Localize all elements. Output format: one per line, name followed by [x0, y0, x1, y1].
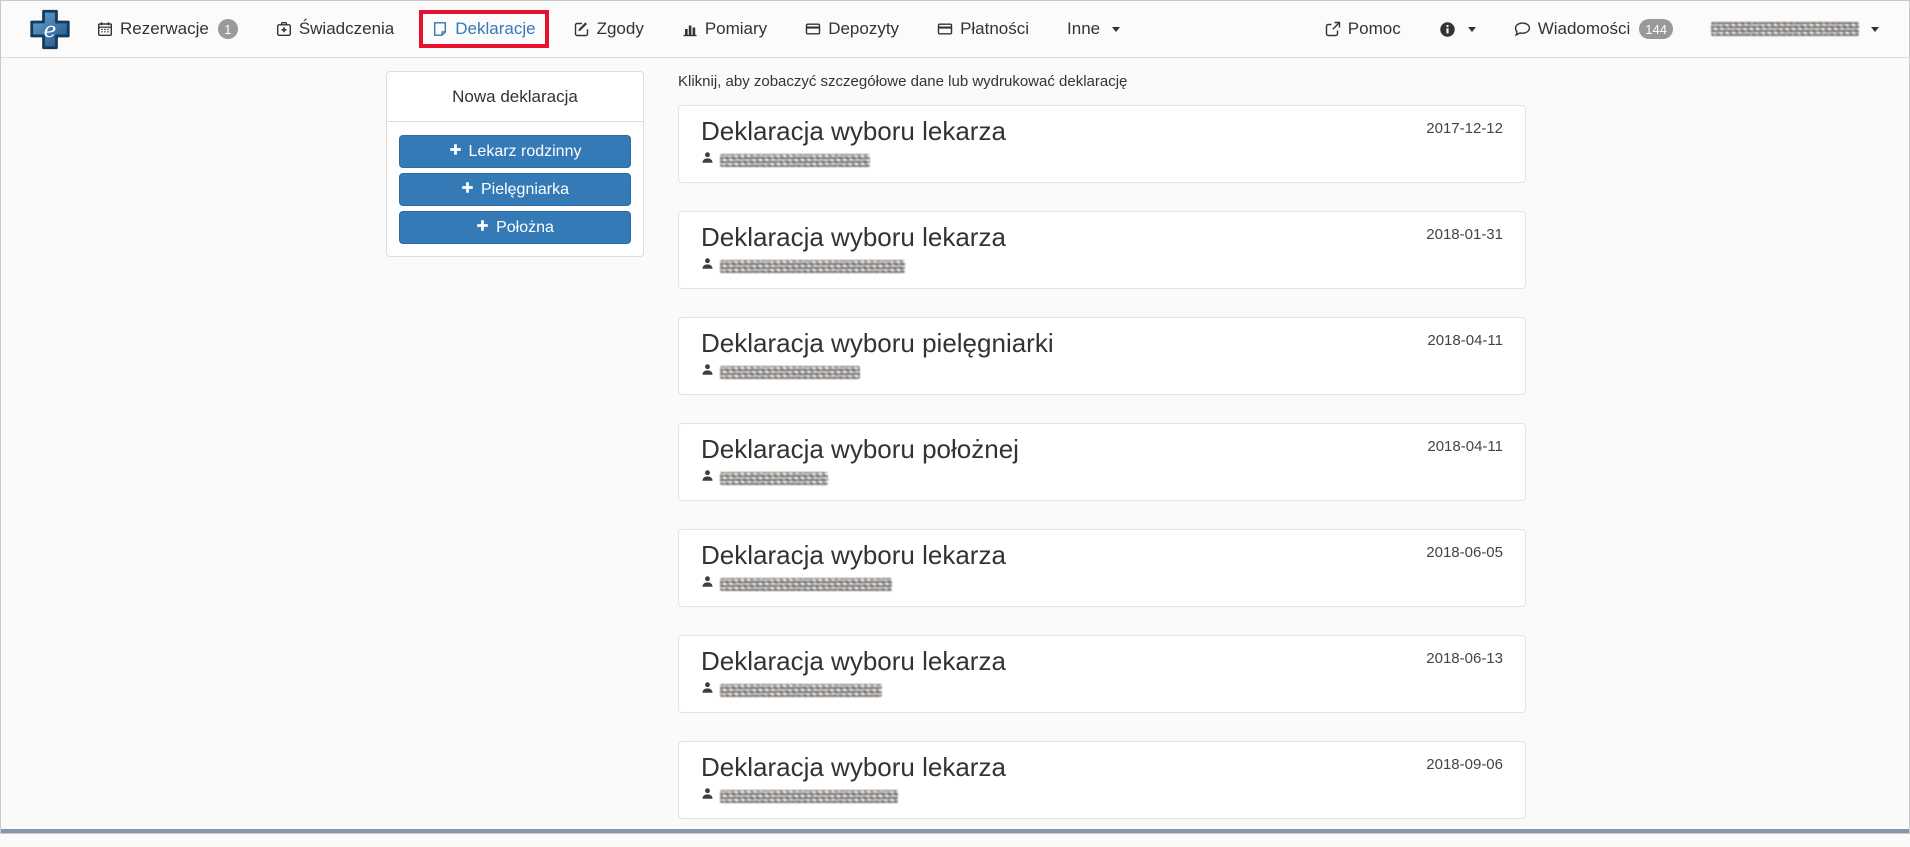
user-menu[interactable]: [1711, 22, 1879, 36]
plus-icon: [449, 143, 462, 161]
declaration-title: Deklaracja wyboru lekarza: [701, 646, 1006, 676]
nav-item-pomoc[interactable]: Pomoc: [1325, 19, 1401, 39]
person-icon: [701, 575, 714, 593]
plus-icon: [476, 219, 489, 237]
declaration-card[interactable]: Deklaracja wyboru lekarza 2017-12-12: [678, 105, 1526, 183]
declaration-person: [701, 257, 1503, 275]
declaration-person: [701, 151, 1503, 169]
declaration-person: [701, 787, 1503, 805]
svg-text:e: e: [44, 18, 57, 43]
declaration-title: Deklaracja wyboru pielęgniarki: [701, 328, 1054, 358]
credit-card-icon: [805, 21, 821, 37]
caret-down-icon: [1871, 26, 1879, 32]
navbar-right: Pomoc Wiadomości 144: [1325, 19, 1879, 39]
nav-label: Depozyty: [828, 19, 900, 38]
patient-name-redacted: [720, 365, 860, 379]
declaration-person: [701, 469, 1503, 487]
patient-name-redacted: [720, 259, 905, 273]
declaration-title: Deklaracja wyboru położnej: [701, 434, 1019, 464]
patient-name-redacted: [720, 577, 892, 591]
external-link-icon: [1325, 21, 1341, 37]
credit-card-icon: [937, 21, 953, 37]
declaration-card[interactable]: Deklaracja wyboru lekarza 2018-09-06: [678, 741, 1526, 819]
reservations-badge: 1: [217, 19, 238, 39]
e-health-cross-logo: e: [30, 9, 70, 49]
declaration-date: 2017-12-12: [1426, 120, 1503, 137]
nav-label: Płatności: [960, 19, 1030, 38]
person-icon: [701, 363, 714, 381]
declaration-date: 2018-09-06: [1426, 756, 1503, 773]
declaration-person: [701, 575, 1503, 593]
nav-label: Deklaracje: [455, 19, 536, 38]
person-icon: [701, 469, 714, 487]
declaration-card[interactable]: Deklaracja wyboru lekarza 2018-06-05: [678, 529, 1526, 607]
declaration-person: [701, 681, 1503, 699]
declaration-card[interactable]: Deklaracja wyboru lekarza 2018-01-31: [678, 211, 1526, 289]
declaration-date: 2018-04-11: [1427, 438, 1503, 455]
app-logo[interactable]: e: [27, 8, 73, 51]
nav-menu: Rezerwacje 1 Świadczenia Deklaracje Zgod…: [97, 10, 1121, 48]
red-highlight-annotation: Deklaracje: [419, 10, 549, 48]
declarations-list: Kliknij, aby zobaczyć szczegółowe dane l…: [678, 73, 1526, 847]
declaration-date: 2018-06-13: [1426, 650, 1503, 667]
declaration-card[interactable]: Deklaracja wyboru położnej 2018-04-11: [678, 423, 1526, 501]
patient-name-redacted: [720, 471, 828, 485]
nav-label: Pomoc: [1347, 19, 1401, 38]
pencil-square-icon: [574, 21, 590, 37]
bar-chart-icon: [682, 21, 698, 37]
patient-name-redacted: [720, 683, 882, 697]
nav-label: Rezerwacje: [120, 19, 209, 38]
nav-label: Wiadomości: [1537, 19, 1631, 38]
nav-item-pomiary[interactable]: Pomiary: [682, 19, 767, 39]
declaration-card[interactable]: Deklaracja wyboru lekarza 2018-06-13: [678, 635, 1526, 713]
nav-label: Inne: [1067, 19, 1101, 38]
file-icon: [432, 21, 448, 37]
nav-label: Świadczenia: [298, 19, 395, 38]
top-navbar: e Rezerwacje 1 Świadczenia Deklaracje Zg…: [1, 1, 1909, 58]
declaration-date: 2018-01-31: [1426, 226, 1503, 243]
add-midwife-button[interactable]: Położna: [399, 211, 631, 244]
add-family-doctor-button[interactable]: Lekarz rodzinny: [399, 135, 631, 168]
person-icon: [701, 151, 714, 169]
add-nurse-button[interactable]: Pielęgniarka: [399, 173, 631, 206]
nav-label: Pomiary: [704, 19, 768, 38]
nav-item-rezerwacje[interactable]: Rezerwacje 1: [97, 19, 238, 39]
caret-down-icon: [1467, 26, 1476, 32]
messages-badge: 144: [1639, 19, 1673, 39]
nav-item-platnosci[interactable]: Płatności: [937, 19, 1029, 39]
declaration-date: 2018-04-11: [1427, 332, 1503, 349]
nav-item-wiadomosci[interactable]: Wiadomości 144: [1514, 19, 1673, 39]
declaration-title: Deklaracja wyboru lekarza: [701, 540, 1006, 570]
declaration-date: 2018-06-05: [1426, 544, 1503, 561]
panel-body: Lekarz rodzinny Pielęgniarka Położna: [387, 122, 643, 256]
nav-item-depozyty[interactable]: Depozyty: [805, 19, 899, 39]
panel-title: Nowa deklaracja: [387, 72, 643, 122]
person-icon: [701, 257, 714, 275]
nav-item-inne[interactable]: Inne: [1067, 19, 1121, 39]
person-icon: [701, 681, 714, 699]
nav-item-deklaracje[interactable]: Deklaracje: [432, 19, 536, 39]
declaration-card[interactable]: Deklaracja wyboru pielęgniarki 2018-04-1…: [678, 317, 1526, 395]
calendar-icon: [97, 21, 113, 37]
chat-icon: [1514, 21, 1531, 38]
declaration-title: Deklaracja wyboru lekarza: [701, 752, 1006, 782]
caret-down-icon: [1112, 26, 1121, 32]
info-circle-icon: [1439, 21, 1456, 38]
person-icon: [701, 787, 714, 805]
nav-item-info[interactable]: [1439, 21, 1476, 38]
declaration-title: Deklaracja wyboru lekarza: [701, 222, 1006, 252]
nav-label: Zgody: [596, 19, 644, 38]
patient-name-redacted: [720, 789, 898, 803]
new-declaration-panel: Nowa deklaracja Lekarz rodzinny Pielęgni…: [386, 71, 644, 257]
window-bottom-edge: [1, 829, 1909, 833]
declaration-person: [701, 363, 1503, 381]
list-instruction: Kliknij, aby zobaczyć szczegółowe dane l…: [678, 73, 1128, 90]
user-name-redacted: [1711, 22, 1859, 36]
patient-name-redacted: [720, 153, 870, 167]
medical-bag-icon: [276, 21, 292, 37]
nav-item-zgody[interactable]: Zgody: [574, 19, 644, 39]
plus-icon: [461, 181, 474, 199]
declaration-title: Deklaracja wyboru lekarza: [701, 116, 1006, 146]
nav-item-swiadczenia[interactable]: Świadczenia: [276, 19, 394, 39]
